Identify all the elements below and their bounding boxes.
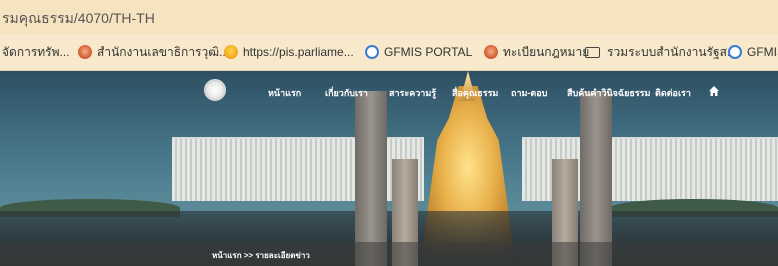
nav-contact[interactable]: ติดต่อเรา <box>655 86 691 100</box>
nav-about[interactable]: เกี่ยวกับเรา <box>325 86 368 100</box>
pillar <box>355 91 387 266</box>
bookmark-label: ทะเบียนกฎหมาย <box>503 44 590 59</box>
breadcrumb[interactable]: หน้าแรก >> รายละเอียดข่าว <box>212 249 310 262</box>
globe-icon <box>728 45 742 59</box>
nav-knowledge[interactable]: สาระความรู้ <box>389 86 436 100</box>
pillar <box>580 91 612 266</box>
bookmark-item[interactable]: จัดการทรัพ... <box>2 43 70 61</box>
bookmark-label: GFMIS <box>747 45 778 59</box>
bookmark-label: GFMIS PORTAL <box>384 45 473 59</box>
smiley-icon <box>224 45 238 59</box>
bookmarks-bar: จัดการทรัพ... สำนักงานเลขาธิการวุฒิ... h… <box>0 34 778 71</box>
nav-search[interactable]: สืบค้นคำวินิจฉัยธรรม <box>567 86 650 100</box>
globe-icon <box>365 45 379 59</box>
address-bar[interactable]: รมคุณธรรม/4070/TH-TH <box>0 0 778 34</box>
bookmark-label: https://pis.parliame... <box>243 45 354 59</box>
bookmark-label: รวมระบบสำนักงานรัฐส... <box>607 44 737 59</box>
url-text[interactable]: รมคุณธรรม/4070/TH-TH <box>2 8 155 30</box>
bookmark-item[interactable]: ทะเบียนกฎหมาย <box>484 43 589 61</box>
breadcrumb-bar: หน้าแรก >> รายละเอียดข่าว <box>0 242 778 266</box>
nav-media[interactable]: สื่อคุณธรรม <box>452 86 498 100</box>
bookmark-item[interactable]: รวมระบบสำนักงานรัฐส... <box>585 43 737 61</box>
nav-faq[interactable]: ถาม-ตอบ <box>511 86 547 100</box>
hero-banner: หน้าแรก เกี่ยวกับเรา สาระความรู้ สื่อคุณ… <box>0 71 778 266</box>
seal-icon <box>484 45 498 59</box>
seal-icon <box>78 45 92 59</box>
bookmark-item[interactable]: GFMIS <box>728 43 778 61</box>
bookmark-label: สำนักงานเลขาธิการวุฒิ... <box>97 44 230 59</box>
bookmark-item[interactable]: https://pis.parliame... <box>224 43 354 61</box>
bookmark-item[interactable]: สำนักงานเลขาธิการวุฒิ... <box>78 43 229 61</box>
site-logo[interactable] <box>204 79 226 101</box>
nav-home[interactable]: หน้าแรก <box>268 86 301 100</box>
bookmark-item[interactable]: GFMIS PORTAL <box>365 43 472 61</box>
folder-icon <box>585 46 600 58</box>
home-icon[interactable] <box>708 85 720 97</box>
bookmark-label: จัดการทรัพ... <box>2 44 70 59</box>
